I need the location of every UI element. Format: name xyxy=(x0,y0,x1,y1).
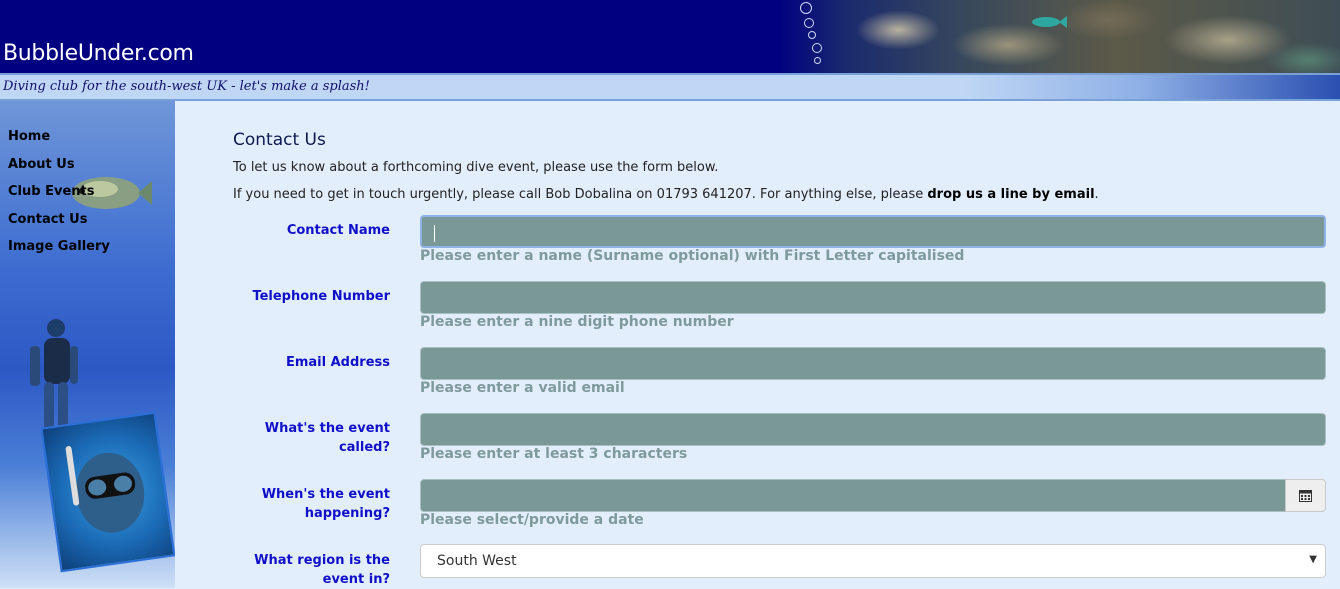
telephone-label: Telephone Number xyxy=(235,287,390,306)
telephone-help: Please enter a nine digit phone number xyxy=(420,314,734,330)
bubble-decoration xyxy=(804,18,814,28)
contact-name-input[interactable] xyxy=(420,215,1326,248)
urgent-contact-prefix: If you need to get in touch urgently, pl… xyxy=(233,187,928,202)
chevron-down-icon: ▼ xyxy=(1309,554,1317,565)
diver-mask-icon xyxy=(65,446,145,533)
page-title: Contact Us xyxy=(233,130,326,150)
nav-link-contact-us[interactable]: Contact Us xyxy=(8,212,87,227)
email-label-text: Email Address xyxy=(285,355,390,370)
nav-link-image-gallery[interactable]: Image Gallery xyxy=(8,239,110,254)
telephone-input[interactable] xyxy=(420,281,1326,314)
text-caret xyxy=(434,225,435,242)
bubble-decoration xyxy=(814,57,821,64)
reef-banner-image xyxy=(778,0,1340,73)
event-date-label-line1: When's the event xyxy=(261,487,390,502)
email-link[interactable]: drop us a line by email xyxy=(927,187,1094,202)
nav-item-home: Home xyxy=(8,125,110,153)
event-date-input[interactable] xyxy=(420,479,1286,512)
sidebar: Home About Us Club Events Contact Us Ima… xyxy=(0,101,175,588)
nav-item-contact-us: Contact Us xyxy=(8,208,110,236)
intro-text: To let us know about a forthcoming dive … xyxy=(233,160,719,175)
nav-item-about-us: About Us xyxy=(8,153,110,181)
site-name: BubbleUnder.com xyxy=(3,41,194,66)
nav-item-club-events: Club Events xyxy=(8,180,110,208)
urgent-contact-text: If you need to get in touch urgently, pl… xyxy=(233,187,1099,202)
main-nav: Home About Us Club Events Contact Us Ima… xyxy=(8,125,110,263)
diver-photo xyxy=(40,411,175,573)
bubble-decoration xyxy=(808,31,816,39)
event-date-label: When's the event happening? xyxy=(235,485,390,523)
bubble-decoration xyxy=(800,2,812,14)
email-label: Email Address xyxy=(235,353,390,372)
tagline: Diving club for the south-west UK - let'… xyxy=(3,79,370,94)
calendar-icon xyxy=(1299,490,1312,502)
event-name-label: What's the event called? xyxy=(235,419,390,457)
contact-name-label-text: Contact Name xyxy=(286,223,390,238)
site-header: BubbleUnder.com xyxy=(0,0,1340,73)
nav-link-club-events[interactable]: Club Events xyxy=(8,184,94,199)
email-help: Please enter a valid email xyxy=(420,380,625,396)
reef-fish-icon xyxy=(1032,16,1067,28)
region-select[interactable]: South West ▼ xyxy=(420,544,1326,578)
event-name-help: Please enter at least 3 characters xyxy=(420,446,688,462)
nav-link-about-us[interactable]: About Us xyxy=(8,157,75,172)
region-label: What region is the event in? xyxy=(235,551,390,589)
contact-name-help: Please enter a name (Surname optional) w… xyxy=(420,248,965,264)
nav-item-image-gallery: Image Gallery xyxy=(8,235,110,263)
event-name-input[interactable] xyxy=(420,413,1326,446)
event-date-label-line2: happening? xyxy=(304,506,390,521)
main-content: Contact Us To let us know about a forthc… xyxy=(175,101,1340,588)
event-name-label-line1: What's the event xyxy=(264,421,390,436)
bubble-decoration xyxy=(812,43,822,53)
contact-name-label: Contact Name xyxy=(235,221,390,240)
calendar-button[interactable] xyxy=(1285,479,1326,512)
telephone-label-text: Telephone Number xyxy=(252,289,390,304)
tagline-bar: Diving club for the south-west UK - let'… xyxy=(0,73,1340,101)
email-input[interactable] xyxy=(420,347,1326,380)
event-name-label-line2: called? xyxy=(338,440,390,455)
region-selected-value: South West xyxy=(437,553,517,569)
region-label-line2: event in? xyxy=(322,572,390,587)
nav-link-home[interactable]: Home xyxy=(8,129,50,144)
urgent-contact-suffix: . xyxy=(1094,187,1099,202)
event-date-help: Please select/provide a date xyxy=(420,512,644,528)
region-label-line1: What region is the xyxy=(254,553,390,568)
